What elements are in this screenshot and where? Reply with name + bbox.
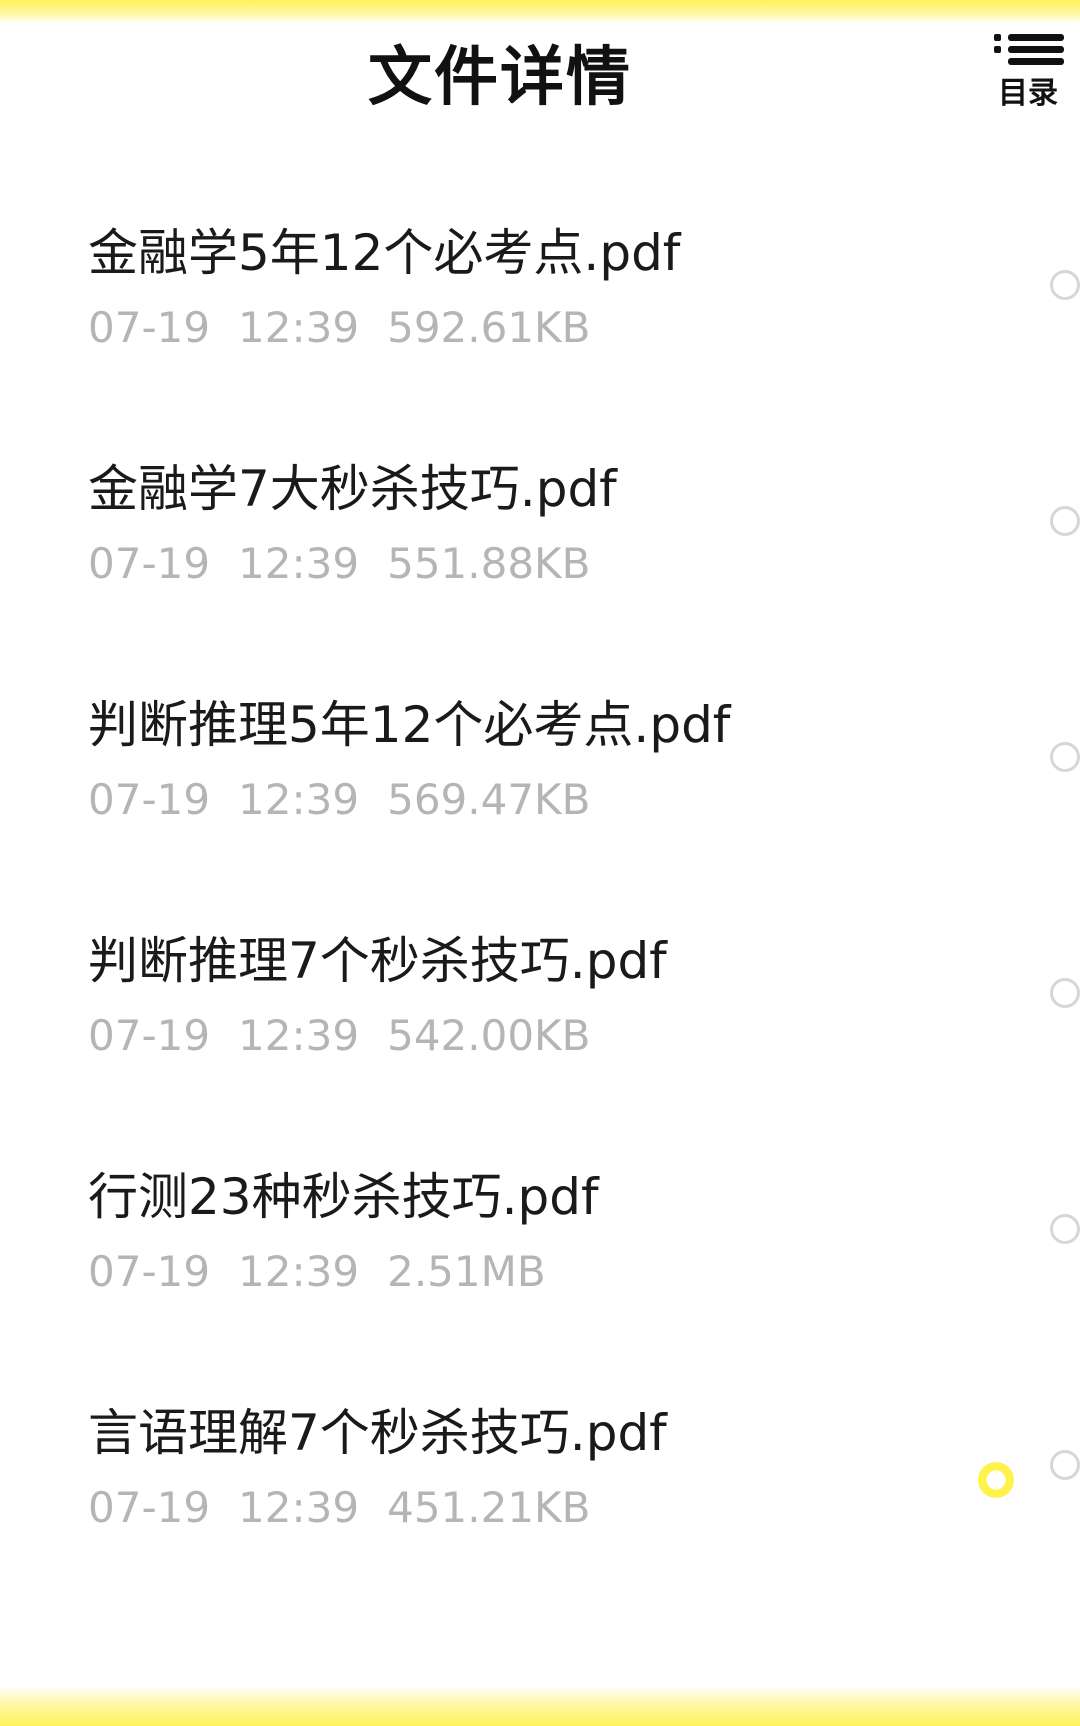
file-date: 07-19 [88,303,211,352]
file-date: 07-19 [88,1247,211,1296]
file-date: 07-19 [88,1483,211,1532]
touch-indicator [978,1462,1014,1498]
select-radio[interactable] [1050,506,1080,536]
file-time: 12:39 [238,1247,360,1296]
file-date: 07-19 [88,1011,211,1060]
file-time: 12:39 [238,1483,360,1532]
file-meta: 07-19 12:39 542.00KB [88,1011,618,1060]
file-name: 金融学5年12个必考点.pdf [88,224,681,282]
file-meta: 07-19 12:39 592.61KB [88,303,618,352]
file-meta: 07-19 12:39 551.88KB [88,539,618,588]
file-time: 12:39 [238,775,360,824]
file-item[interactable]: 行测23种秒杀技巧.pdf 07-19 12:39 2.51MB [0,1109,1080,1345]
file-item[interactable]: 判断推理7个秒杀技巧.pdf 07-19 12:39 542.00KB [0,873,1080,1109]
header-bar: 文件详情 目录 [0,0,1080,150]
file-size: 542.00KB [387,1011,591,1060]
file-time: 12:39 [238,539,360,588]
file-list: 金融学5年12个必考点.pdf 07-19 12:39 592.61KB 金融学7大… [0,165,1080,1581]
file-name: 行测23种秒杀技巧.pdf [88,1168,599,1226]
file-size: 551.88KB [387,539,591,588]
file-time: 12:39 [238,303,360,352]
toc-label: 目录 [998,76,1058,111]
file-meta: 07-19 12:39 569.47KB [88,775,618,824]
select-radio[interactable] [1050,1214,1080,1244]
bottom-highlight-stroke [0,1686,1080,1726]
select-radio[interactable] [1050,270,1080,300]
file-meta: 07-19 12:39 2.51MB [88,1247,574,1296]
select-radio[interactable] [1050,742,1080,772]
file-size: 592.61KB [387,303,591,352]
file-time: 12:39 [238,1011,360,1060]
file-name: 判断推理7个秒杀技巧.pdf [88,932,667,990]
file-size: 569.47KB [387,775,591,824]
file-date: 07-19 [88,539,211,588]
file-date: 07-19 [88,775,211,824]
file-item[interactable]: 言语理解7个秒杀技巧.pdf 07-19 12:39 451.21KB [0,1345,1080,1581]
file-item[interactable]: 判断推理5年12个必考点.pdf 07-19 12:39 569.47KB [0,637,1080,873]
file-name: 言语理解7个秒杀技巧.pdf [88,1404,667,1462]
file-item[interactable]: 金融学7大秒杀技巧.pdf 07-19 12:39 551.88KB [0,401,1080,637]
file-name: 金融学7大秒杀技巧.pdf [88,460,617,518]
select-radio[interactable] [1050,978,1080,1008]
file-size: 2.51MB [387,1247,546,1296]
file-size: 451.21KB [387,1483,591,1532]
file-item[interactable]: 金融学5年12个必考点.pdf 07-19 12:39 592.61KB [0,165,1080,401]
list-icon [994,34,1064,65]
page-title: 文件详情 [368,41,632,115]
file-name: 判断推理5年12个必考点.pdf [88,696,731,754]
toc-button[interactable]: 目录 [990,30,1066,111]
select-radio[interactable] [1050,1450,1080,1480]
file-meta: 07-19 12:39 451.21KB [88,1483,618,1532]
